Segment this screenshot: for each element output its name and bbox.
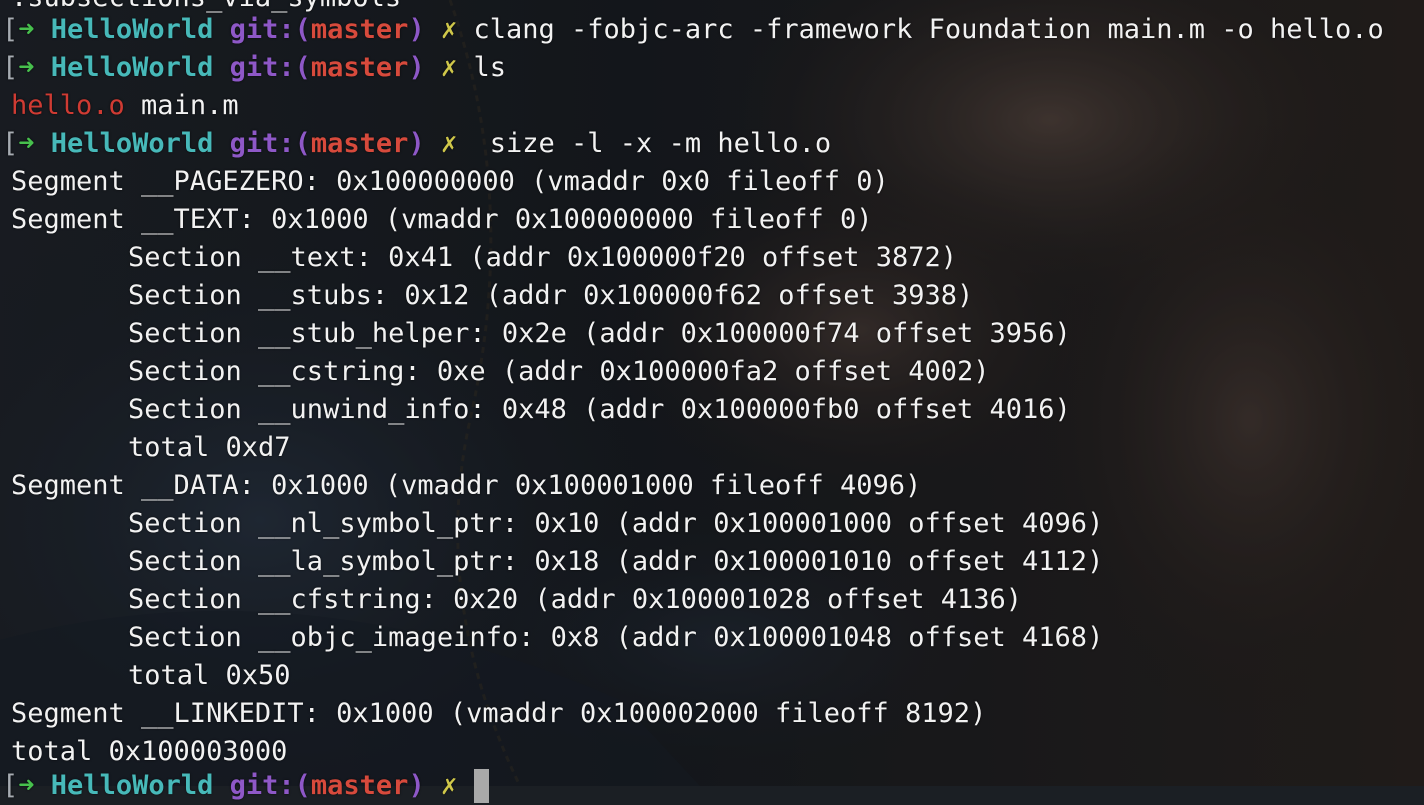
prompt-directory: HelloWorld bbox=[50, 52, 214, 83]
section-line: Section __nl_symbol_ptr: 0x10 (addr 0x10… bbox=[128, 508, 1104, 539]
git-dirty-icon: ✗ bbox=[440, 128, 458, 159]
section-line: Section __unwind_info: 0x48 (addr 0x1000… bbox=[128, 394, 1071, 425]
ls-file-hello: hello.o bbox=[11, 90, 125, 121]
prompt-bracket: [ bbox=[2, 128, 19, 159]
segment-line: Segment __PAGEZERO: 0x100000000 (vmaddr … bbox=[11, 166, 889, 197]
section-line: Section __text: 0x41 (addr 0x100000f20 o… bbox=[128, 242, 958, 273]
section-line: Section __cstring: 0xe (addr 0x100000fa2… bbox=[128, 356, 990, 387]
terminal-window[interactable]: .subsections_via_symbols [➜ HelloWorld g… bbox=[0, 0, 1424, 803]
prompt-directory: HelloWorld bbox=[50, 14, 214, 45]
prompt-line-1: [➜ HelloWorld git:(master) ✗ clang -fobj… bbox=[0, 11, 1384, 49]
prompt-line-4[interactable]: [➜ HelloWorld git:(master) ✗ bbox=[0, 767, 489, 805]
git-label: git:( bbox=[229, 128, 311, 159]
git-label-close: ) bbox=[408, 14, 425, 45]
grand-total-line: total 0x100003000 bbox=[11, 736, 288, 767]
text-cursor bbox=[473, 769, 489, 803]
ls-output-line: hello.o main.m bbox=[0, 87, 239, 125]
prompt-line-3: [➜ HelloWorld git:(master) ✗ size -l -x … bbox=[0, 125, 831, 163]
section-line: Section __la_symbol_ptr: 0x18 (addr 0x10… bbox=[128, 546, 1104, 577]
section-line: Section __cfstring: 0x20 (addr 0x1000010… bbox=[128, 584, 1023, 615]
command-text: clang -fobjc-arc -framework Foundation m… bbox=[457, 14, 1384, 45]
git-label: git:( bbox=[229, 52, 311, 83]
ls-file-main: main.m bbox=[124, 90, 239, 121]
git-label-close: ) bbox=[408, 128, 425, 159]
prompt-bracket: [ bbox=[2, 52, 19, 83]
git-label: git:( bbox=[229, 14, 311, 45]
command-text: ls bbox=[457, 52, 507, 83]
prompt-bracket: [ bbox=[2, 14, 19, 45]
git-label-close: ) bbox=[408, 52, 425, 83]
section-line: Section __objc_imageinfo: 0x8 (addr 0x10… bbox=[128, 622, 1104, 653]
prompt-arrow-icon: ➜ bbox=[18, 128, 35, 159]
prompt-arrow-icon: ➜ bbox=[18, 14, 35, 45]
segment-line: Segment __LINKEDIT: 0x1000 (vmaddr 0x100… bbox=[11, 698, 987, 729]
prompt-arrow-icon: ➜ bbox=[18, 52, 35, 83]
git-dirty-icon: ✗ bbox=[440, 14, 458, 45]
git-branch: master bbox=[310, 14, 409, 45]
section-line: Section __stub_helper: 0x2e (addr 0x1000… bbox=[128, 318, 1071, 349]
command-text: size -l -x -m hello.o bbox=[457, 128, 832, 159]
git-dirty-icon: ✗ bbox=[440, 52, 458, 83]
prompt-line-2: [➜ HelloWorld git:(master) ✗ ls bbox=[0, 49, 506, 87]
segment-line: Segment __DATA: 0x1000 (vmaddr 0x1000010… bbox=[11, 470, 922, 501]
git-branch: master bbox=[310, 128, 409, 159]
prompt-directory: HelloWorld bbox=[50, 128, 214, 159]
section-total-line: total 0xd7 bbox=[128, 432, 291, 463]
git-branch: master bbox=[310, 52, 409, 83]
section-line: Section __stubs: 0x12 (addr 0x100000f62 … bbox=[128, 280, 974, 311]
section-total-line: total 0x50 bbox=[128, 660, 291, 691]
segment-line: Segment __TEXT: 0x1000 (vmaddr 0x1000000… bbox=[11, 204, 873, 235]
